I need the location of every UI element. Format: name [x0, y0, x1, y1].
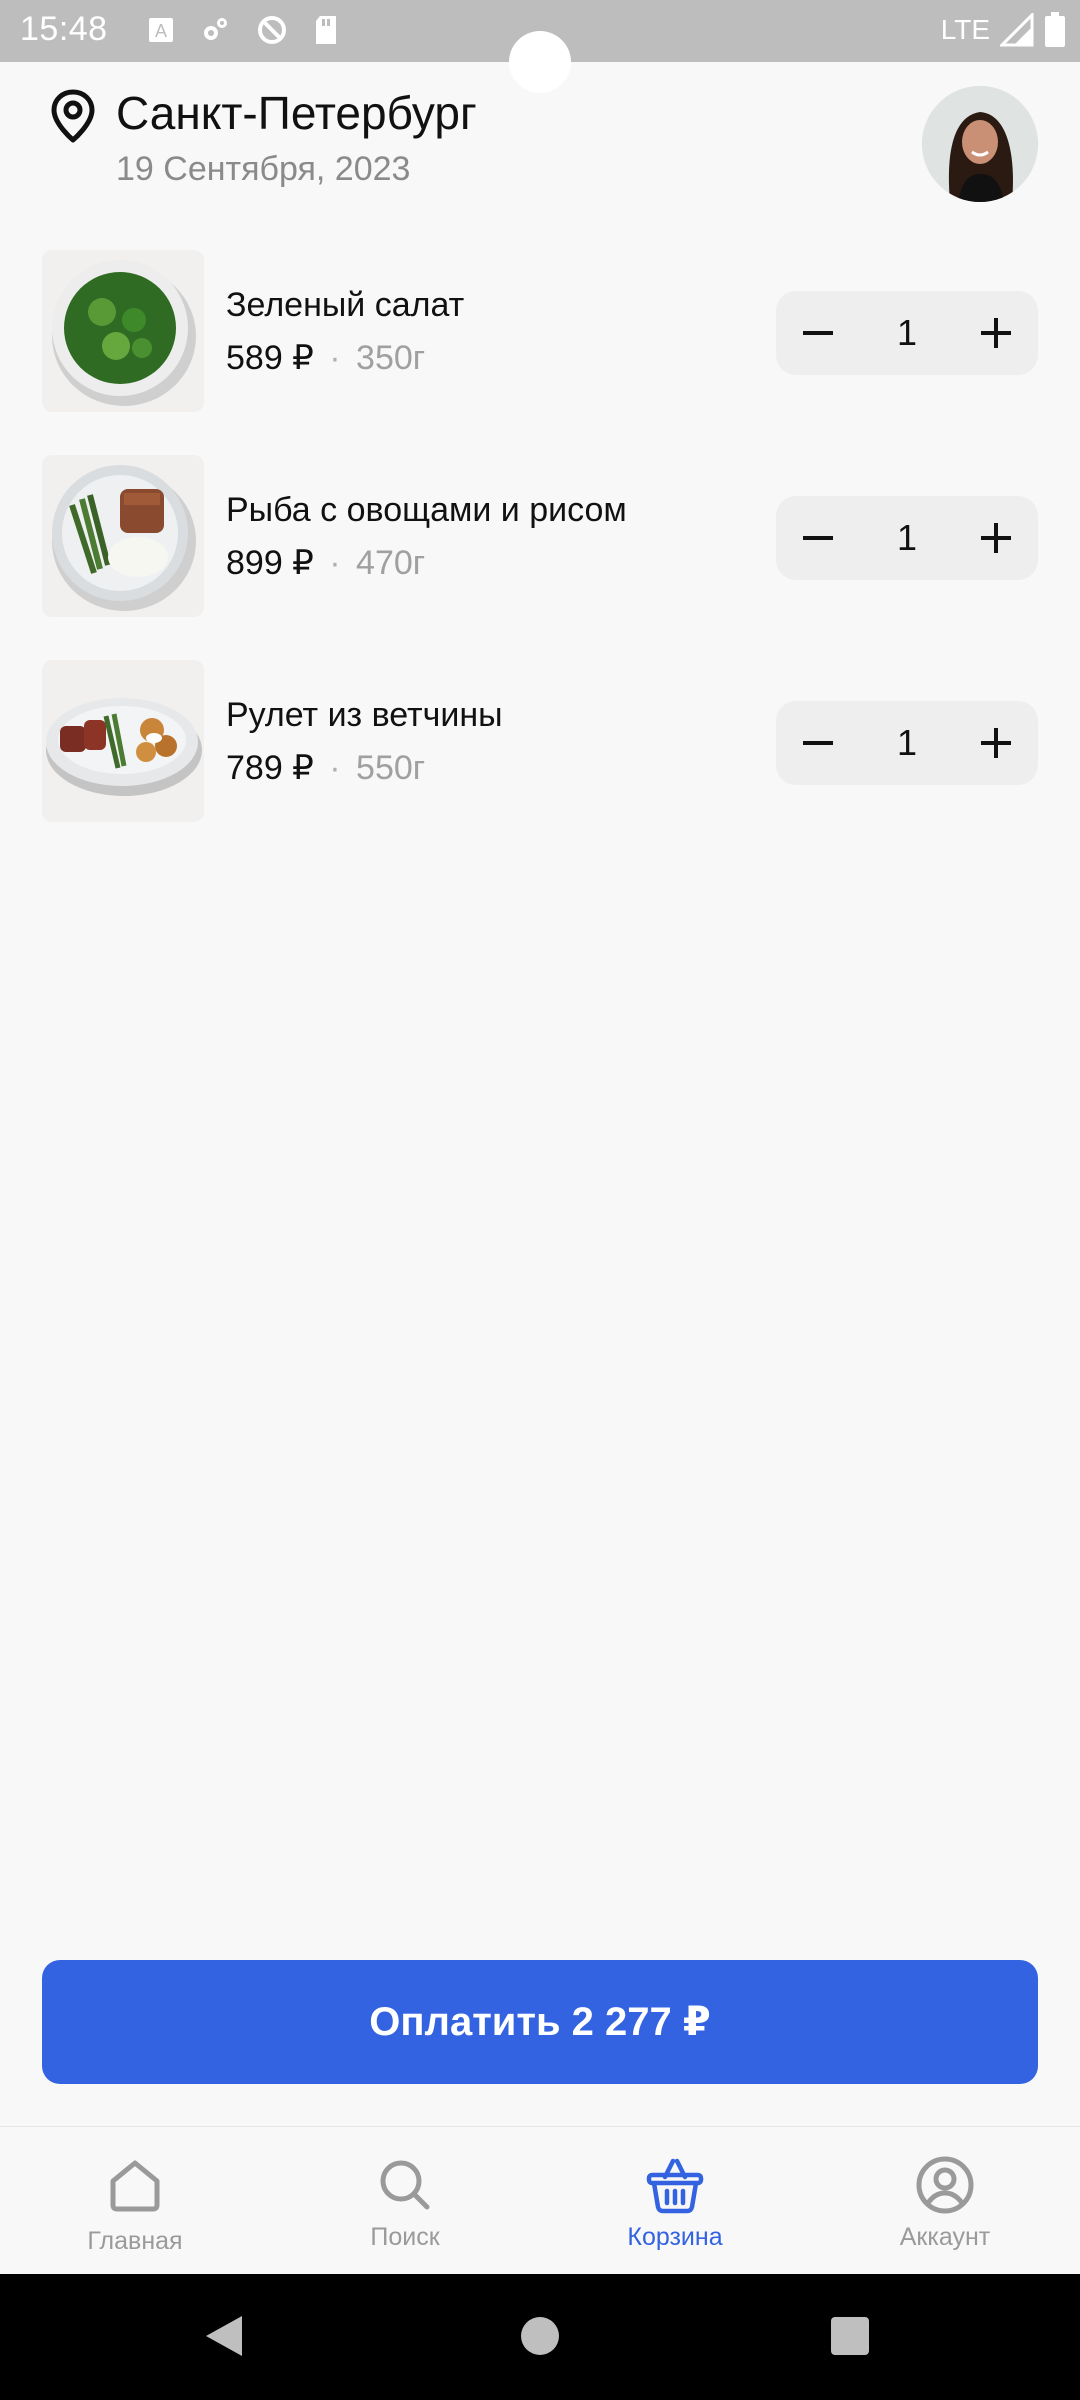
nav-label-account: Аккаунт: [899, 2223, 991, 2251]
status-time: 15:48: [20, 10, 108, 48]
cart-item: Рыба с овощами и рисом 899 ₽ · 470г 1: [0, 455, 1080, 619]
quantity-value: 1: [896, 312, 918, 353]
quantity-value: 1: [896, 517, 918, 558]
dish-weight: 550г: [356, 749, 426, 787]
bottom-nav: Главная Поиск Корзина Аккаунт: [0, 2126, 1080, 2274]
dish-weight: 470г: [356, 544, 426, 582]
dish-weight: 350г: [356, 339, 426, 377]
pay-button[interactable]: Оплатить 2 277 ₽: [42, 1960, 1038, 2084]
quantity-stepper: 1: [776, 701, 1038, 785]
minus-icon: [803, 331, 833, 335]
nav-item-cart[interactable]: Корзина: [540, 2127, 810, 2275]
price-separator: ·: [329, 339, 341, 377]
location-pin-icon[interactable]: [48, 88, 98, 144]
back-icon[interactable]: [204, 2314, 244, 2358]
increase-button[interactable]: [954, 496, 1038, 580]
minus-icon: [803, 741, 833, 745]
ham-roll-plate-image: [46, 698, 202, 796]
sd-card-icon: [316, 16, 336, 44]
decrease-button[interactable]: [776, 291, 860, 375]
avatar-photo: [922, 86, 1038, 202]
dish-price-line: 899 ₽ · 470г: [226, 543, 425, 583]
home-circle-icon[interactable]: [520, 2314, 560, 2358]
font-a-icon: A: [149, 18, 173, 42]
status-icons-left: A: [148, 14, 338, 46]
plus-icon: [981, 523, 1011, 553]
dish-price-line: 789 ₽ · 550г: [226, 748, 425, 788]
account-icon: [916, 2156, 974, 2214]
header: Санкт-Петербург 19 Сентября, 2023: [0, 62, 1080, 212]
increase-button[interactable]: [954, 291, 1038, 375]
quantity-stepper: 1: [776, 496, 1038, 580]
dish-price-line: 589 ₽ · 350г: [226, 338, 425, 378]
settings-icon: [204, 18, 227, 40]
status-icons-right: LTE: [941, 12, 1066, 48]
quantity-stepper: 1: [776, 291, 1038, 375]
home-icon: [110, 2160, 160, 2212]
plus-icon: [981, 728, 1011, 758]
dish-image[interactable]: [42, 660, 204, 822]
system-nav-bar: [0, 2274, 1080, 2400]
nav-item-home[interactable]: Главная: [0, 2127, 270, 2275]
nav-label-search: Поиск: [370, 2223, 440, 2251]
plus-icon: [981, 318, 1011, 348]
price-separator: ·: [329, 749, 341, 787]
city-name[interactable]: Санкт-Петербург: [116, 86, 477, 140]
delivery-date: 19 Сентября, 2023: [116, 150, 411, 188]
svg-text:A: A: [155, 21, 167, 41]
dish-image[interactable]: [42, 250, 204, 412]
nav-label-home: Главная: [87, 2227, 183, 2255]
price-separator: ·: [329, 544, 341, 582]
dish-name: Зеленый салат: [226, 286, 465, 324]
increase-button[interactable]: [954, 701, 1038, 785]
nav-label-cart: Корзина: [627, 2223, 723, 2251]
avatar[interactable]: [922, 86, 1038, 202]
salad-plate-image: [52, 260, 196, 406]
basket-icon: [646, 2158, 704, 2214]
decrease-button[interactable]: [776, 701, 860, 785]
no-sync-icon: [258, 16, 286, 44]
dish-price: 899 ₽: [226, 544, 314, 582]
cart-item: Рулет из ветчины 789 ₽ · 550г 1: [0, 660, 1080, 824]
dish-name: Рыба с овощами и рисом: [226, 491, 627, 529]
minus-icon: [803, 536, 833, 540]
cart-item: Зеленый салат 589 ₽ · 350г 1: [0, 250, 1080, 414]
dish-price: 789 ₽: [226, 749, 314, 787]
battery-icon: [1045, 12, 1065, 47]
nav-item-search[interactable]: Поиск: [270, 2127, 540, 2275]
nav-item-account[interactable]: Аккаунт: [810, 2127, 1080, 2275]
network-type: LTE: [940, 14, 990, 45]
fish-rice-plate-image: [52, 465, 196, 611]
dish-image[interactable]: [42, 455, 204, 617]
dish-price: 589 ₽: [226, 339, 314, 377]
search-icon: [380, 2160, 430, 2210]
decrease-button[interactable]: [776, 496, 860, 580]
quantity-value: 1: [896, 722, 918, 763]
recents-icon[interactable]: [830, 2314, 870, 2358]
dish-name: Рулет из ветчины: [226, 696, 503, 734]
signal-icon: [1000, 13, 1034, 47]
